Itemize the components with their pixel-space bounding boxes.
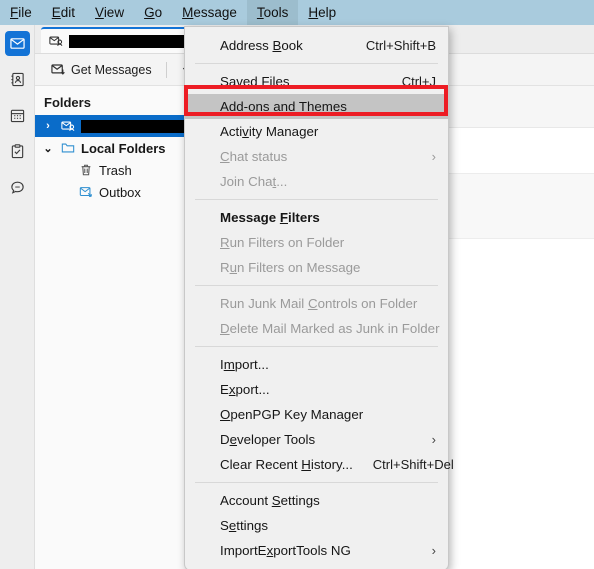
menubar-item-label: Help (308, 4, 337, 20)
menu-item-account-settings[interactable]: Account Settings (185, 488, 448, 513)
menu-item-label: ImportExportTools NG (220, 543, 351, 558)
get-messages-label: Get Messages (71, 62, 152, 77)
app-window: File Edit View Go Message Tools Help Get… (0, 0, 594, 569)
menu-item-label: Account Settings (220, 493, 320, 508)
menu-item-label: Add-ons and Themes (220, 99, 347, 114)
calendar-icon (5, 103, 30, 128)
menu-item-label: Import... (220, 357, 269, 372)
folder-label-redacted (81, 119, 199, 133)
menu-separator (195, 63, 438, 64)
menu-item-label: Settings (220, 518, 269, 533)
spaces-button-chat[interactable] (0, 169, 35, 205)
menu-separator (195, 346, 438, 347)
menu-item-import[interactable]: Import... (185, 352, 448, 377)
menu-item-join-chat: Join Chat... (185, 169, 448, 194)
menu-separator (195, 482, 438, 483)
menu-item-label: Message Filters (220, 210, 320, 225)
menu-separator (195, 285, 438, 286)
spaces-button-calendar[interactable] (0, 97, 35, 133)
menu-item-activity-manager[interactable]: Activity Manager (185, 119, 448, 144)
menu-item-export[interactable]: Export... (185, 377, 448, 402)
menu-item-label: Delete Mail Marked as Junk in Folder (220, 321, 440, 336)
menu-item-label: Activity Manager (220, 124, 319, 139)
menu-item-shortcut: Ctrl+J (401, 74, 436, 89)
spaces-toolbar (0, 25, 35, 569)
menu-item-label: Run Junk Mail Controls on Folder (220, 296, 418, 311)
tab-title-redacted (69, 34, 195, 48)
menu-item-shortcut: Ctrl+Shift+B (365, 38, 436, 53)
trash-icon (77, 163, 95, 177)
tasks-icon (5, 139, 30, 164)
menu-item-label: Join Chat... (220, 174, 288, 189)
menubar-item-file[interactable]: File (0, 0, 42, 25)
menubar-item-edit[interactable]: Edit (42, 0, 85, 25)
menu-item-label: Saved Files (220, 74, 290, 89)
menu-item-importexporttools-ng[interactable]: ImportExportTools NG › (185, 538, 448, 563)
folder-label: Trash (99, 162, 132, 178)
menubar-item-help[interactable]: Help (298, 0, 346, 25)
chat-icon (5, 175, 30, 200)
menubar-item-label: File (10, 4, 32, 20)
menu-item-label: OpenPGP Key Manager (220, 407, 364, 422)
get-messages-icon (51, 62, 66, 77)
menu-item-saved-files[interactable]: Saved Files Ctrl+J (185, 69, 448, 94)
menu-item-label: Clear Recent History... (220, 457, 353, 472)
menubar-item-label: Message (182, 4, 237, 20)
menu-item-settings[interactable]: Settings (185, 513, 448, 538)
folder-label: Local Folders (81, 140, 166, 156)
mail-account-icon (49, 34, 63, 48)
menu-item-add-ons-and-themes[interactable]: Add-ons and Themes (185, 94, 448, 119)
menu-item-label: Export... (220, 382, 270, 397)
menu-item-chat-status: Chat status › (185, 144, 448, 169)
menubar-item-go[interactable]: Go (134, 0, 172, 25)
chevron-right-icon: › (431, 149, 436, 164)
chevron-right-icon: › (431, 543, 436, 558)
menu-item-label: Developer Tools (220, 432, 316, 447)
menu-separator (195, 199, 438, 200)
tools-menu-popup: Address Book Ctrl+Shift+B Saved Files Ctrl+… (184, 26, 454, 569)
menu-item-label: Run Filters on Folder (220, 235, 345, 250)
chevron-right-icon: › (431, 432, 436, 447)
toolbar-separator (165, 61, 167, 78)
menu-item-message-filters[interactable]: Message Filters (185, 205, 448, 230)
menubar-item-label: Go (144, 4, 163, 20)
menubar-item-message[interactable]: Message (172, 0, 247, 25)
menu-item-run-junk-mail-controls-on-folder: Run Junk Mail Controls on Folder (185, 291, 448, 316)
spaces-button-address-book[interactable] (0, 61, 35, 97)
menu-item-address-book[interactable]: Address Book Ctrl+Shift+B (185, 33, 448, 58)
spaces-button-tasks[interactable] (0, 133, 35, 169)
menubar-item-label: Tools (256, 4, 289, 20)
chevron-right-icon[interactable]: › (41, 120, 55, 132)
menu-item-shortcut: Ctrl+Shift+Del (372, 457, 454, 472)
address-book-icon (5, 67, 30, 92)
tab-mail-account[interactable] (41, 27, 205, 53)
get-messages-button[interactable]: Get Messages (45, 59, 158, 80)
menubar-item-tools[interactable]: Tools (246, 0, 299, 25)
outbox-icon (77, 185, 95, 199)
menu-item-openpgp-key-manager[interactable]: OpenPGP Key Manager (185, 402, 448, 427)
folder-icon (59, 141, 77, 155)
menu-item-label: Chat status (220, 149, 288, 164)
menu-item-developer-tools[interactable]: Developer Tools › (185, 427, 448, 452)
menu-item-run-filters-on-message: Run Filters on Message (185, 255, 448, 280)
menubar-item-label: Edit (51, 4, 76, 20)
mail-icon (5, 30, 30, 56)
chevron-down-icon[interactable]: ⌄ (41, 142, 55, 155)
menu-item-delete-mail-marked-as-junk-in-folder: Delete Mail Marked as Junk in Folder (185, 316, 448, 341)
spaces-button-mail[interactable] (0, 25, 35, 61)
menu-item-label: Run Filters on Message (220, 260, 361, 275)
menubar-item-view[interactable]: View (85, 0, 134, 25)
menubar-item-label: View (95, 4, 125, 20)
mail-account-icon (59, 119, 77, 133)
menu-item-label: Address Book (220, 38, 303, 53)
folder-label: Outbox (99, 184, 141, 200)
menu-item-clear-recent-history[interactable]: Clear Recent History... Ctrl+Shift+Del (185, 452, 454, 477)
menu-bar: File Edit View Go Message Tools Help (0, 0, 594, 25)
menu-item-run-filters-on-folder: Run Filters on Folder (185, 230, 448, 255)
